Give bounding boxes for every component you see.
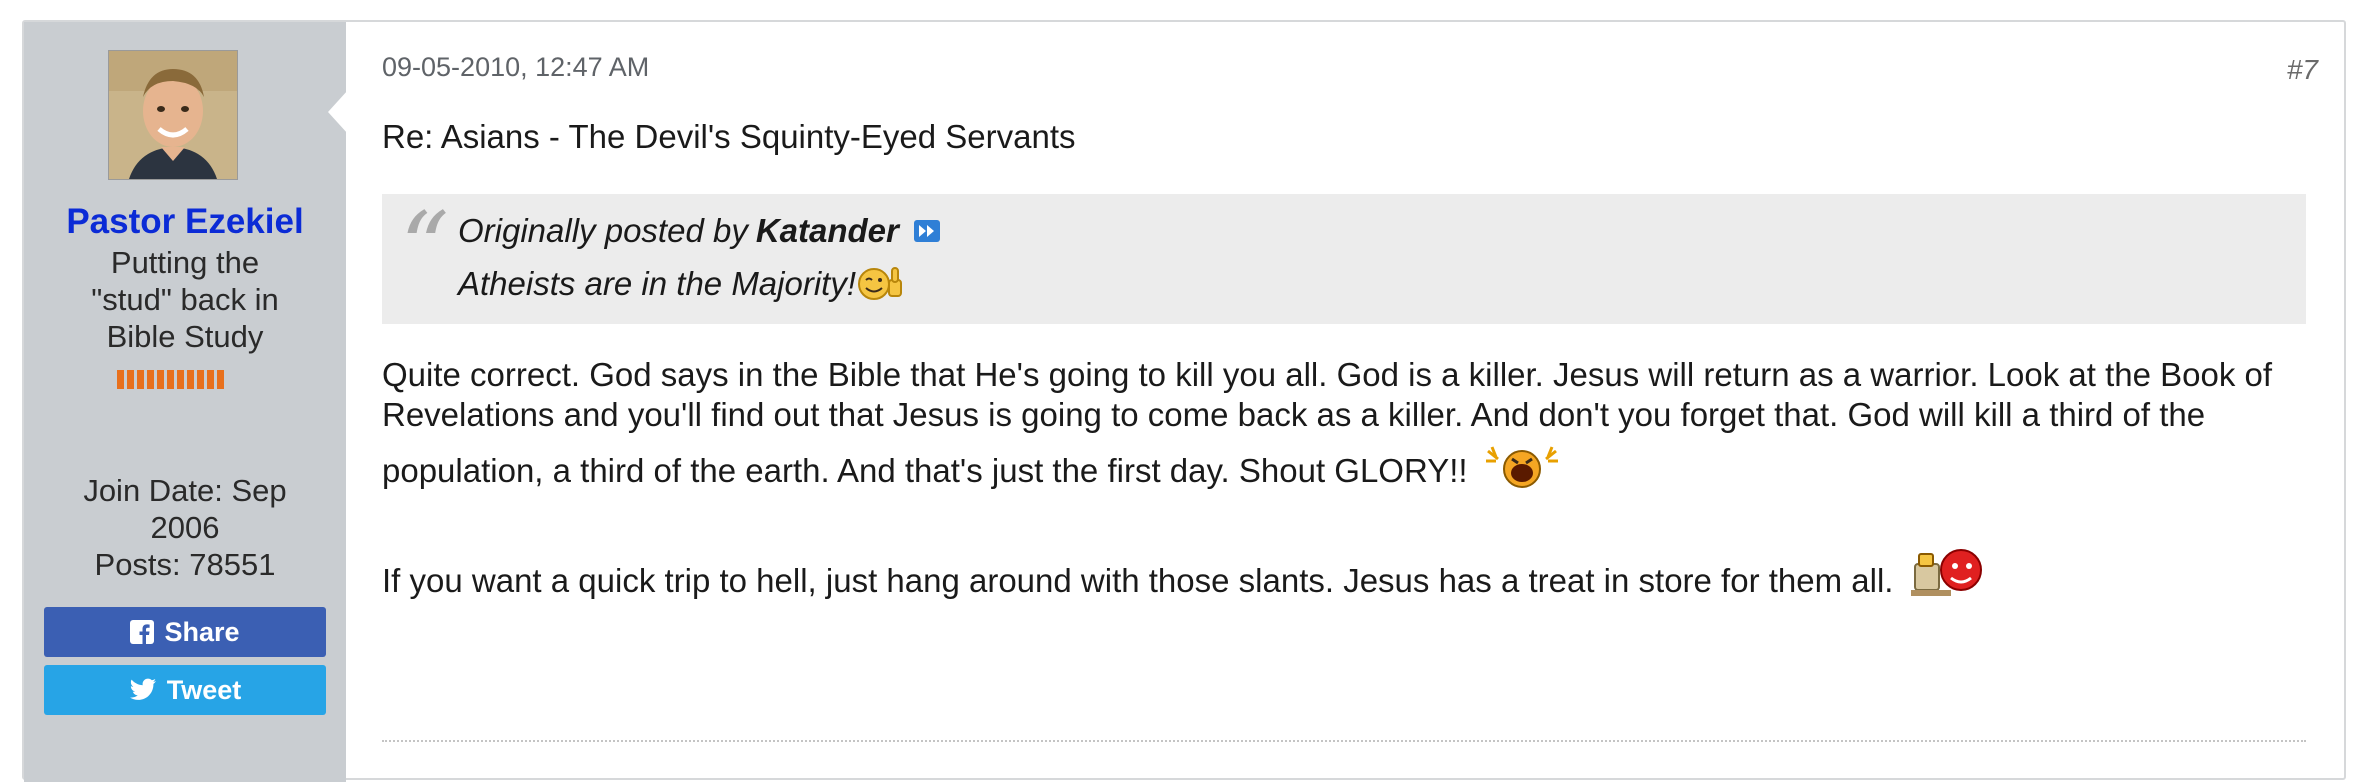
user-title-line: Bible Study (106, 319, 264, 354)
reputation-segment (167, 370, 174, 389)
share-label: Share (164, 616, 240, 647)
user-info-panel: Pastor Ezekiel Putting the "stud" back i… (24, 22, 346, 782)
quote-prefix: Originally posted by (458, 212, 748, 249)
quote-body: Atheists are in the Majority! (458, 265, 856, 302)
message-line: Quite correct. God says in the Bible tha… (382, 356, 2273, 393)
message-paragraph: If you want a quick trip to hell, just h… (382, 546, 1989, 600)
user-avatar[interactable] (108, 50, 238, 180)
user-title-line: "stud" back in (91, 282, 279, 317)
quote-author[interactable]: Katander (756, 212, 899, 250)
join-date-year: 2006 (150, 510, 220, 545)
reputation-segment (147, 370, 154, 389)
user-stats: Join Date: Sep 2006 Posts: 78551 (24, 472, 346, 583)
forum-post: Pastor Ezekiel Putting the "stud" back i… (22, 20, 2346, 782)
devil-smiley-icon (1911, 549, 1983, 596)
post-date: 09-05-2010, 12:47 AM (382, 52, 650, 82)
quote-text: Atheists are in the Majority! (458, 264, 908, 304)
quote-block: “ Originally posted by Katander Atheists… (382, 194, 2306, 324)
reputation-segment (127, 370, 134, 389)
reputation-segment (177, 370, 184, 389)
message-line-with-smiley: population, a third of the earth. And th… (382, 443, 2312, 491)
reputation-segment (187, 370, 194, 389)
username[interactable]: Pastor Ezekiel (24, 202, 346, 242)
shouting-smiley-icon (1485, 446, 1558, 488)
facebook-icon (130, 620, 155, 644)
reputation-segment (117, 370, 124, 389)
share-button[interactable]: Share (44, 607, 326, 657)
quote-attribution: Originally posted by Katander (458, 212, 941, 250)
thumbs-up-smiley-icon (858, 267, 902, 300)
message-body: Quite correct. God says in the Bible tha… (382, 355, 2312, 491)
message-line: If you want a quick trip to hell, just h… (382, 562, 1894, 599)
reputation-segment (137, 370, 144, 389)
reputation-bar (117, 370, 224, 389)
reputation-segment (217, 370, 224, 389)
post-number-link[interactable]: #7 (2287, 54, 2318, 86)
view-post-icon[interactable] (913, 219, 941, 243)
reputation-segment (157, 370, 164, 389)
join-date-label: Join Date: Sep (83, 473, 287, 508)
message-line: Revelations and you'll find out that Jes… (382, 396, 2206, 433)
tweet-button[interactable]: Tweet (44, 665, 326, 715)
reputation-segment (207, 370, 214, 389)
post-title: Re: Asians - The Devil's Squinty-Eyed Se… (382, 118, 1076, 155)
tweet-label: Tweet (166, 674, 242, 705)
post-divider (382, 740, 2306, 742)
user-title-line: Putting the (110, 245, 260, 280)
quote-mark-icon: “ (400, 192, 450, 304)
post-count: Posts: 78551 (94, 547, 276, 582)
speech-pointer (328, 90, 348, 134)
message-line: population, a third of the earth. And th… (382, 452, 1468, 489)
user-title: Putting the "stud" back in Bible Study (64, 244, 306, 355)
post-content: 09-05-2010, 12:47 AM #7 Re: Asians - The… (346, 22, 2344, 778)
reputation-segment (197, 370, 204, 389)
twitter-icon (129, 678, 156, 700)
